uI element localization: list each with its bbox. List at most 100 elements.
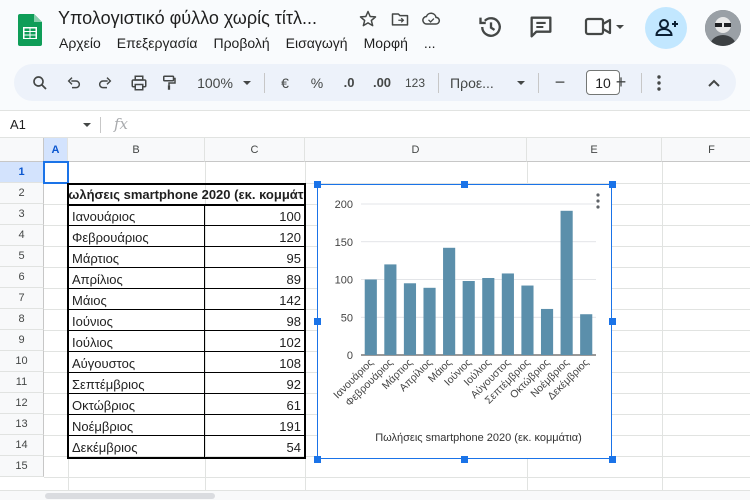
decrease-font-size-button[interactable]: − (550, 64, 570, 101)
horizontal-scrollbar[interactable] (0, 490, 750, 500)
avatar[interactable] (705, 10, 741, 46)
more-formats-button[interactable]: 123 (403, 64, 427, 101)
column-header-a[interactable]: A (44, 138, 68, 162)
scrollbar-thumb[interactable] (45, 493, 215, 499)
chart-resize-handle[interactable] (609, 456, 616, 463)
move-folder-icon[interactable] (390, 9, 410, 29)
row-header[interactable]: 1 (0, 162, 44, 183)
row-header[interactable]: 5 (0, 246, 44, 267)
redo-button[interactable] (93, 64, 117, 101)
menu-insert[interactable]: Εισαγωγή (286, 35, 348, 51)
increase-font-size-button[interactable]: + (611, 64, 631, 101)
collapse-toolbar-button[interactable] (704, 64, 724, 101)
column-header-d[interactable]: D (305, 138, 527, 162)
undo-button[interactable] (62, 64, 86, 101)
title-bar: Υπολογιστικό φύλλο χωρίς τίτλ... Αρχείο … (0, 0, 750, 62)
share-button[interactable] (645, 7, 687, 49)
menu-view[interactable]: Προβολή (213, 35, 269, 51)
chart-resize-handle[interactable] (314, 456, 321, 463)
increase-decimal-button[interactable]: .00 (368, 64, 396, 101)
menu-file[interactable]: Αρχείο (59, 35, 101, 51)
row-header[interactable]: 8 (0, 309, 44, 330)
bar (443, 247, 456, 355)
toolbar: 100% € % .0 .00 123 Προε... − 10 + (14, 64, 736, 101)
comments-icon[interactable] (527, 13, 555, 41)
menu-edit[interactable]: Επεξεργασία (117, 35, 198, 51)
column-header-f[interactable]: F (662, 138, 750, 162)
y-tick-label: 0 (347, 350, 353, 362)
row-header[interactable]: 3 (0, 204, 44, 225)
paint-roller-icon (163, 75, 176, 90)
font-family-select[interactable]: Προε... (450, 64, 502, 101)
toolbar-divider (438, 73, 439, 93)
chart-resize-handle[interactable] (314, 181, 321, 188)
history-icon[interactable] (477, 13, 505, 41)
select-all-corner[interactable] (0, 138, 44, 162)
row-header[interactable]: 10 (0, 351, 44, 372)
print-button[interactable] (127, 64, 151, 101)
document-title[interactable]: Υπολογιστικό φύλλο χωρίς τίτλ... (58, 8, 317, 29)
caret-down-icon (243, 80, 251, 85)
table-header-border (67, 204, 306, 206)
menu-bar: Αρχείο Επεξεργασία Προβολή Εισαγωγή Μορφ… (59, 35, 452, 51)
row-header[interactable]: 11 (0, 372, 44, 393)
bar (364, 279, 377, 355)
y-tick-label: 100 (335, 275, 353, 287)
column-header-e[interactable]: E (527, 138, 662, 162)
table-row-border (68, 246, 305, 247)
selected-cell-a1[interactable] (43, 161, 69, 184)
paint-format-button[interactable] (157, 64, 181, 101)
bar (384, 264, 397, 355)
sheets-logo-icon[interactable] (18, 14, 42, 46)
zoom-dropdown[interactable] (240, 64, 254, 101)
bar (462, 281, 475, 355)
row-header[interactable]: 15 (0, 456, 44, 477)
column-header-c[interactable]: C (205, 138, 305, 162)
chart-resize-handle[interactable] (314, 318, 321, 325)
row-header[interactable]: 14 (0, 435, 44, 456)
table-row-border (68, 372, 305, 373)
row-header[interactable]: 12 (0, 393, 44, 414)
grid-line (662, 162, 663, 490)
percent-format-button[interactable]: % (308, 64, 326, 101)
row-header[interactable]: 4 (0, 225, 44, 246)
column-header-b[interactable]: B (68, 138, 205, 162)
search-menus-button[interactable] (28, 64, 52, 101)
chart-resize-handle[interactable] (609, 181, 616, 188)
table-column-border (204, 205, 205, 459)
menu-format[interactable]: Μορφή (364, 35, 408, 51)
row-header[interactable]: 9 (0, 330, 44, 351)
spreadsheet-grid[interactable]: A B C D E F 1 2 3 4 5 6 7 8 9 10 11 12 1… (0, 138, 750, 490)
decrease-decimal-label: .0 (343, 75, 355, 90)
row-header[interactable]: 13 (0, 414, 44, 435)
embedded-chart[interactable]: 0 50 100 150 200 Ιανουάριος Φεβρουάριος Μάρτιος… (317, 184, 612, 459)
print-icon (131, 75, 147, 90)
currency-format-button[interactable]: € (276, 64, 294, 101)
caret-down-icon (517, 80, 525, 85)
menu-more[interactable]: ... (424, 35, 436, 51)
x-axis-label: Πωλήσεις smartphone 2020 (εκ. κομμάτια) (375, 432, 582, 444)
name-box[interactable]: A1 (10, 117, 26, 132)
formula-divider (100, 117, 101, 133)
chart-resize-handle[interactable] (609, 318, 616, 325)
formula-input[interactable] (140, 113, 740, 135)
row-header[interactable]: 2 (0, 183, 44, 204)
caret-down-icon[interactable] (82, 120, 92, 130)
y-tick-label: 150 (335, 237, 353, 249)
chart-resize-handle[interactable] (461, 456, 468, 463)
font-family-dropdown[interactable] (514, 64, 528, 101)
row-header[interactable]: 7 (0, 288, 44, 309)
decrease-decimal-button[interactable]: .0 (337, 64, 361, 101)
chart-resize-handle[interactable] (461, 181, 468, 188)
bar (580, 314, 593, 355)
more-options-button[interactable] (651, 64, 667, 101)
zoom-value[interactable]: 100% (194, 64, 236, 101)
bar-chart: 050100150200ΙανουάριοςΦεβρουάριοςΜάρτιος… (331, 199, 596, 444)
star-icon[interactable] (358, 9, 378, 29)
row-header[interactable]: 6 (0, 267, 44, 288)
table-row-border (68, 330, 305, 331)
chart-menu-icon[interactable] (596, 193, 600, 209)
table-row-border (68, 267, 305, 268)
cloud-saved-icon[interactable] (421, 9, 441, 29)
meet-video-icon[interactable] (580, 14, 628, 40)
